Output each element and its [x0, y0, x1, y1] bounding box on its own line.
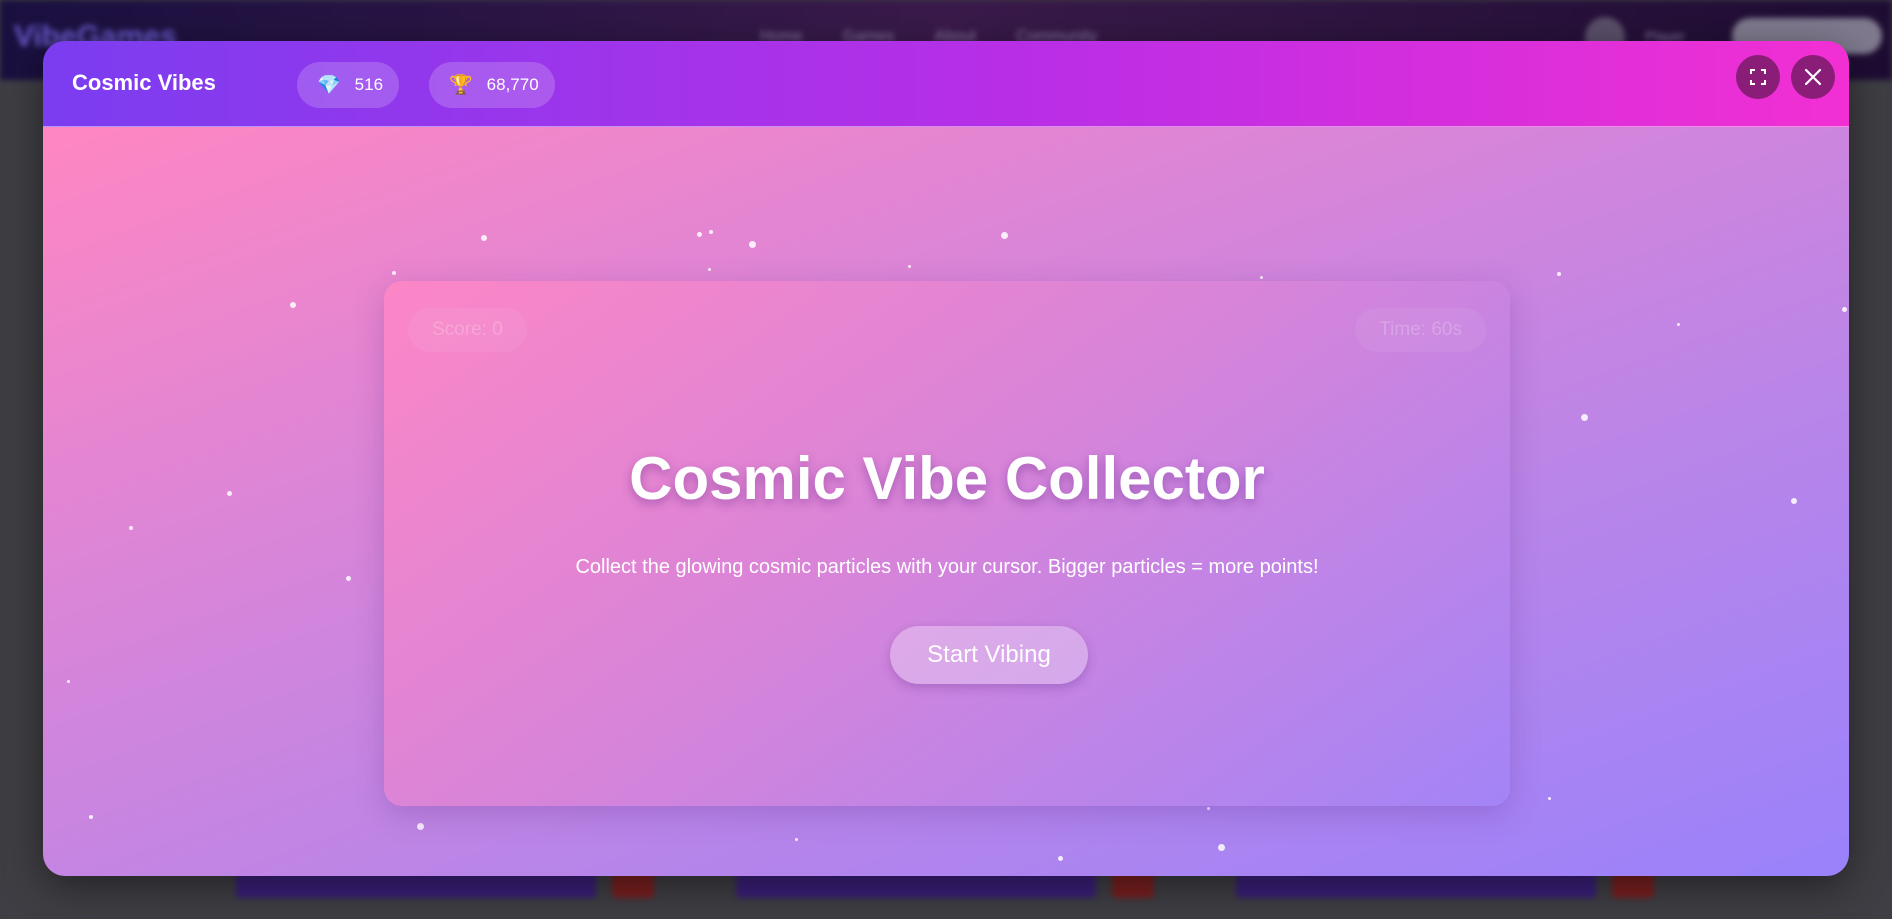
start-game-button[interactable]: Start Vibing [890, 626, 1088, 684]
game-heading: Cosmic Vibe Collector [629, 445, 1265, 512]
close-icon [1804, 68, 1822, 86]
game-title: Cosmic Vibes [72, 70, 216, 95]
cosmic-particle[interactable] [129, 526, 133, 530]
game-start-card: Score: 0 Time: 60s Cosmic Vibe Collector… [384, 281, 1510, 806]
fullscreen-button[interactable] [1736, 55, 1780, 99]
gems-value: 516 [354, 75, 384, 94]
score-display: Score: 0 [408, 308, 527, 352]
cosmic-particle[interactable] [709, 230, 713, 234]
cosmic-particle[interactable] [392, 271, 396, 275]
cosmic-particle[interactable] [1677, 323, 1680, 326]
cosmic-particle[interactable] [697, 232, 702, 237]
fullscreen-icon [1750, 69, 1766, 85]
cosmic-particle[interactable] [481, 235, 487, 241]
cosmic-particle[interactable] [1557, 272, 1561, 276]
cosmic-particle[interactable] [1207, 807, 1210, 810]
cosmic-particle[interactable] [346, 576, 351, 581]
cosmic-particle[interactable] [67, 680, 70, 683]
cosmic-particle[interactable] [89, 815, 93, 819]
cosmic-particle[interactable] [795, 838, 798, 841]
cosmic-particle[interactable] [1791, 498, 1797, 504]
gems-counter: 💎 516 [297, 62, 400, 108]
cosmic-particle[interactable] [227, 491, 232, 496]
game-area[interactable]: Score: 0 Time: 60s Cosmic Vibe Collector… [43, 127, 1849, 876]
cosmic-particle[interactable] [1260, 276, 1263, 279]
gem-icon: 💎 [317, 74, 341, 96]
cosmic-particle[interactable] [1581, 414, 1588, 421]
cosmic-particle[interactable] [1842, 307, 1847, 312]
trophies-value: 68,770 [486, 75, 539, 94]
modal-header: Cosmic Vibes 💎 516 🏆 68,770 [43, 41, 1849, 127]
timer-display: Time: 60s [1355, 308, 1486, 352]
game-modal: Cosmic Vibes 💎 516 🏆 68,770 Score: 0 Tim… [43, 41, 1849, 876]
cosmic-particle[interactable] [908, 265, 911, 268]
cosmic-particle[interactable] [1548, 797, 1551, 800]
trophy-icon: 🏆 [449, 74, 473, 96]
cosmic-particle[interactable] [1218, 844, 1225, 851]
game-instructions: Collect the glowing cosmic particles wit… [575, 556, 1319, 578]
trophies-counter: 🏆 68,770 [429, 62, 555, 108]
close-button[interactable] [1791, 55, 1835, 99]
cosmic-particle[interactable] [290, 302, 296, 308]
cosmic-particle[interactable] [1001, 232, 1008, 239]
cosmic-particle[interactable] [417, 823, 424, 830]
cosmic-particle[interactable] [749, 241, 756, 248]
cosmic-particle[interactable] [708, 268, 711, 271]
cosmic-particle[interactable] [1058, 856, 1063, 861]
